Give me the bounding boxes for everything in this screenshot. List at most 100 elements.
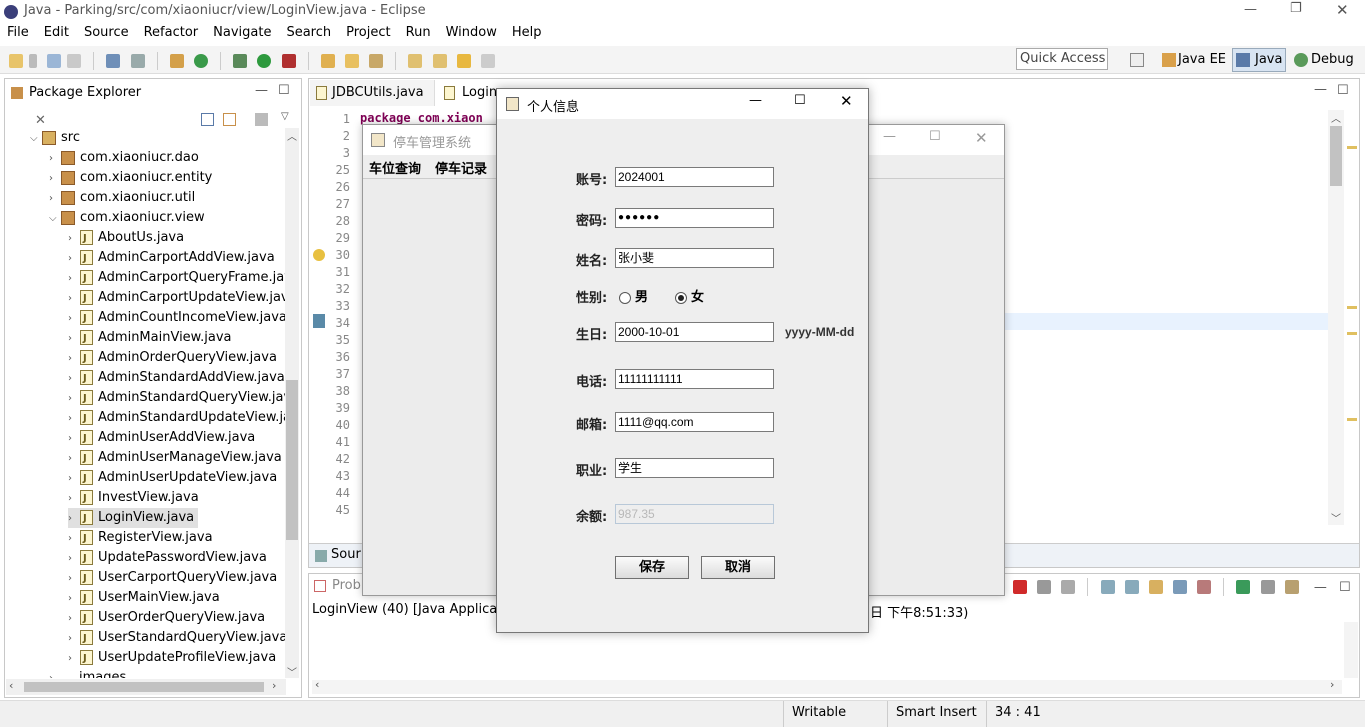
tree-horizontal-scrollbar[interactable]: ‹ › (6, 679, 286, 695)
scroll-left-icon[interactable]: ‹ (315, 678, 319, 691)
phone-field[interactable]: 11111111111 (615, 369, 774, 389)
menu-window[interactable]: Window (446, 25, 497, 40)
tree-file[interactable]: ›AdminCarportAddView.java (68, 248, 275, 269)
remove-launch-icon[interactable] (1037, 580, 1052, 594)
perspective-debug[interactable]: Debug (1292, 49, 1354, 71)
chevron-right-icon[interactable]: › (49, 669, 61, 678)
email-field[interactable]: 1111@qq.com (615, 412, 774, 432)
package-explorer-tab[interactable]: Package Explorer ✕ (5, 79, 155, 128)
chevron-right-icon[interactable]: › (68, 649, 80, 669)
chevron-right-icon[interactable]: › (68, 309, 80, 329)
tree-file[interactable]: ›UpdatePasswordView.java (68, 548, 267, 569)
scroll-down-icon[interactable]: ﹀ (287, 664, 297, 679)
menu-source[interactable]: Source (84, 25, 129, 40)
scroll-right-icon[interactable]: › (1330, 678, 1334, 691)
console-vertical-scrollbar[interactable] (1344, 622, 1358, 678)
link-editor-icon[interactable] (223, 113, 236, 126)
terminate-icon[interactable] (1013, 580, 1027, 594)
restore-icon[interactable]: ❐ (1290, 1, 1302, 16)
tree-file[interactable]: ›UserUpdateProfileView.java (68, 648, 276, 669)
tree-file[interactable]: ›AdminOrderQueryView.java (68, 348, 277, 369)
source-tab[interactable]: Sour (313, 547, 361, 562)
chevron-right-icon[interactable]: › (68, 629, 80, 649)
scroll-down-icon[interactable]: ﹀ (1331, 510, 1341, 525)
collapse-all-icon[interactable] (201, 113, 214, 126)
cancel-button[interactable]: 取消 (701, 556, 775, 579)
chevron-right-icon[interactable]: › (68, 549, 80, 569)
scroll-lock-icon[interactable] (1124, 580, 1139, 594)
chevron-right-icon[interactable]: › (68, 469, 80, 489)
password-field[interactable]: ●●●●●● (615, 208, 774, 228)
tree-file[interactable]: ›AboutUs.java (68, 228, 184, 249)
chevron-right-icon[interactable]: › (49, 189, 61, 209)
tree-file[interactable]: ›AdminUserManageView.java (68, 448, 282, 469)
remove-all-icon[interactable] (1061, 580, 1076, 594)
tree-folder[interactable]: ›images (49, 668, 126, 678)
tree-src[interactable]: ⌵ src (30, 128, 80, 148)
tree-file[interactable]: ›UserCarportQueryView.java (68, 568, 277, 589)
parking-minimize-icon[interactable]: — (883, 129, 896, 144)
chevron-right-icon[interactable]: › (68, 449, 80, 469)
account-field[interactable]: 2024001 (615, 167, 774, 187)
tree-vertical-scrollbar[interactable]: ︿ ﹀ (285, 128, 299, 679)
tree-file[interactable]: ›UserMainView.java (68, 588, 220, 609)
build-icon[interactable] (169, 54, 184, 68)
minimize-view-icon[interactable]: — (255, 83, 268, 98)
maximize-view-icon[interactable]: ☐ (278, 83, 290, 98)
editor-tab-jdbcutils[interactable]: JDBCUtils.java (310, 80, 435, 106)
tree-file[interactable]: ›UserStandardQueryView.java (68, 628, 287, 649)
tree-file[interactable]: ›AdminCountIncomeView.java (68, 308, 287, 329)
tree-file[interactable]: ›RegisterView.java (68, 528, 213, 549)
tree-package[interactable]: › com.xiaoniucr.entity (49, 168, 212, 188)
scroll-left-icon[interactable]: ‹ (9, 679, 13, 692)
chevron-right-icon[interactable]: › (68, 609, 80, 629)
scroll-thumb[interactable] (1330, 126, 1342, 186)
h-scroll-thumb[interactable] (24, 682, 264, 692)
quick-access-input[interactable]: Quick Access (1016, 48, 1108, 70)
chevron-right-icon[interactable]: › (68, 509, 80, 529)
tree-file[interactable]: ›AdminStandardUpdateView.jav (68, 408, 299, 429)
chevron-right-icon[interactable]: › (68, 429, 80, 449)
close-tab-icon[interactable]: ✕ (35, 113, 46, 128)
back-icon[interactable] (456, 54, 471, 68)
dialog-maximize-icon[interactable]: ☐ (794, 93, 806, 108)
minimize-icon[interactable]: — (1244, 2, 1257, 17)
new-dropdown-icon[interactable] (29, 54, 37, 68)
menu-search[interactable]: Search (286, 25, 331, 40)
menu-refactor[interactable]: Refactor (144, 25, 199, 40)
word-wrap-icon[interactable] (1148, 580, 1163, 594)
editor-maximize-icon[interactable]: ☐ (1337, 83, 1349, 98)
perspective-java-ee[interactable]: Java EE (1160, 49, 1226, 71)
close-icon[interactable]: ✕ (1336, 1, 1349, 19)
display-console-icon[interactable] (1260, 580, 1275, 594)
scroll-thumb[interactable] (286, 380, 298, 540)
chevron-right-icon[interactable]: › (68, 369, 80, 389)
open-perspective-icon[interactable] (1130, 53, 1144, 67)
console-minimize-icon[interactable]: — (1314, 580, 1327, 595)
clear-console-icon[interactable] (1100, 580, 1115, 594)
editor-tab-loginview[interactable]: Login (438, 80, 498, 106)
tree-file[interactable]: ›LoginView.java (68, 508, 199, 529)
editor-vertical-scrollbar[interactable]: ︿ ﹀ (1328, 110, 1344, 525)
tree-file[interactable]: ›AdminCarportQueryFrame.java (68, 268, 300, 289)
chevron-right-icon[interactable]: › (68, 289, 80, 309)
menu-file[interactable]: File (7, 25, 29, 40)
birthday-field[interactable]: 2000-10-01 (615, 322, 774, 342)
show-on-error-icon[interactable] (1197, 580, 1212, 594)
menu-run[interactable]: Run (406, 25, 431, 40)
perspective-java[interactable]: Java (1232, 48, 1286, 72)
tree-file[interactable]: ›AdminStandardQueryView.java (68, 388, 299, 409)
console-horizontal-scrollbar[interactable]: ‹ › (312, 678, 1342, 694)
chevron-right-icon[interactable]: › (68, 569, 80, 589)
scroll-right-icon[interactable]: › (272, 679, 276, 692)
tree-package[interactable]: › com.xiaoniucr.dao (49, 148, 199, 168)
open-console-icon[interactable] (1284, 580, 1299, 594)
menu-carport-query[interactable]: 车位查询 (369, 158, 421, 177)
name-field[interactable]: 张小斐 (615, 248, 774, 268)
dialog-minimize-icon[interactable]: — (749, 93, 762, 108)
prev-annotation-icon[interactable] (432, 54, 447, 68)
debug-icon[interactable] (233, 54, 248, 68)
refresh-icon[interactable] (193, 54, 208, 68)
tree-file[interactable]: ›AdminStandardAddView.java (68, 368, 285, 389)
chevron-right-icon[interactable]: › (68, 589, 80, 609)
